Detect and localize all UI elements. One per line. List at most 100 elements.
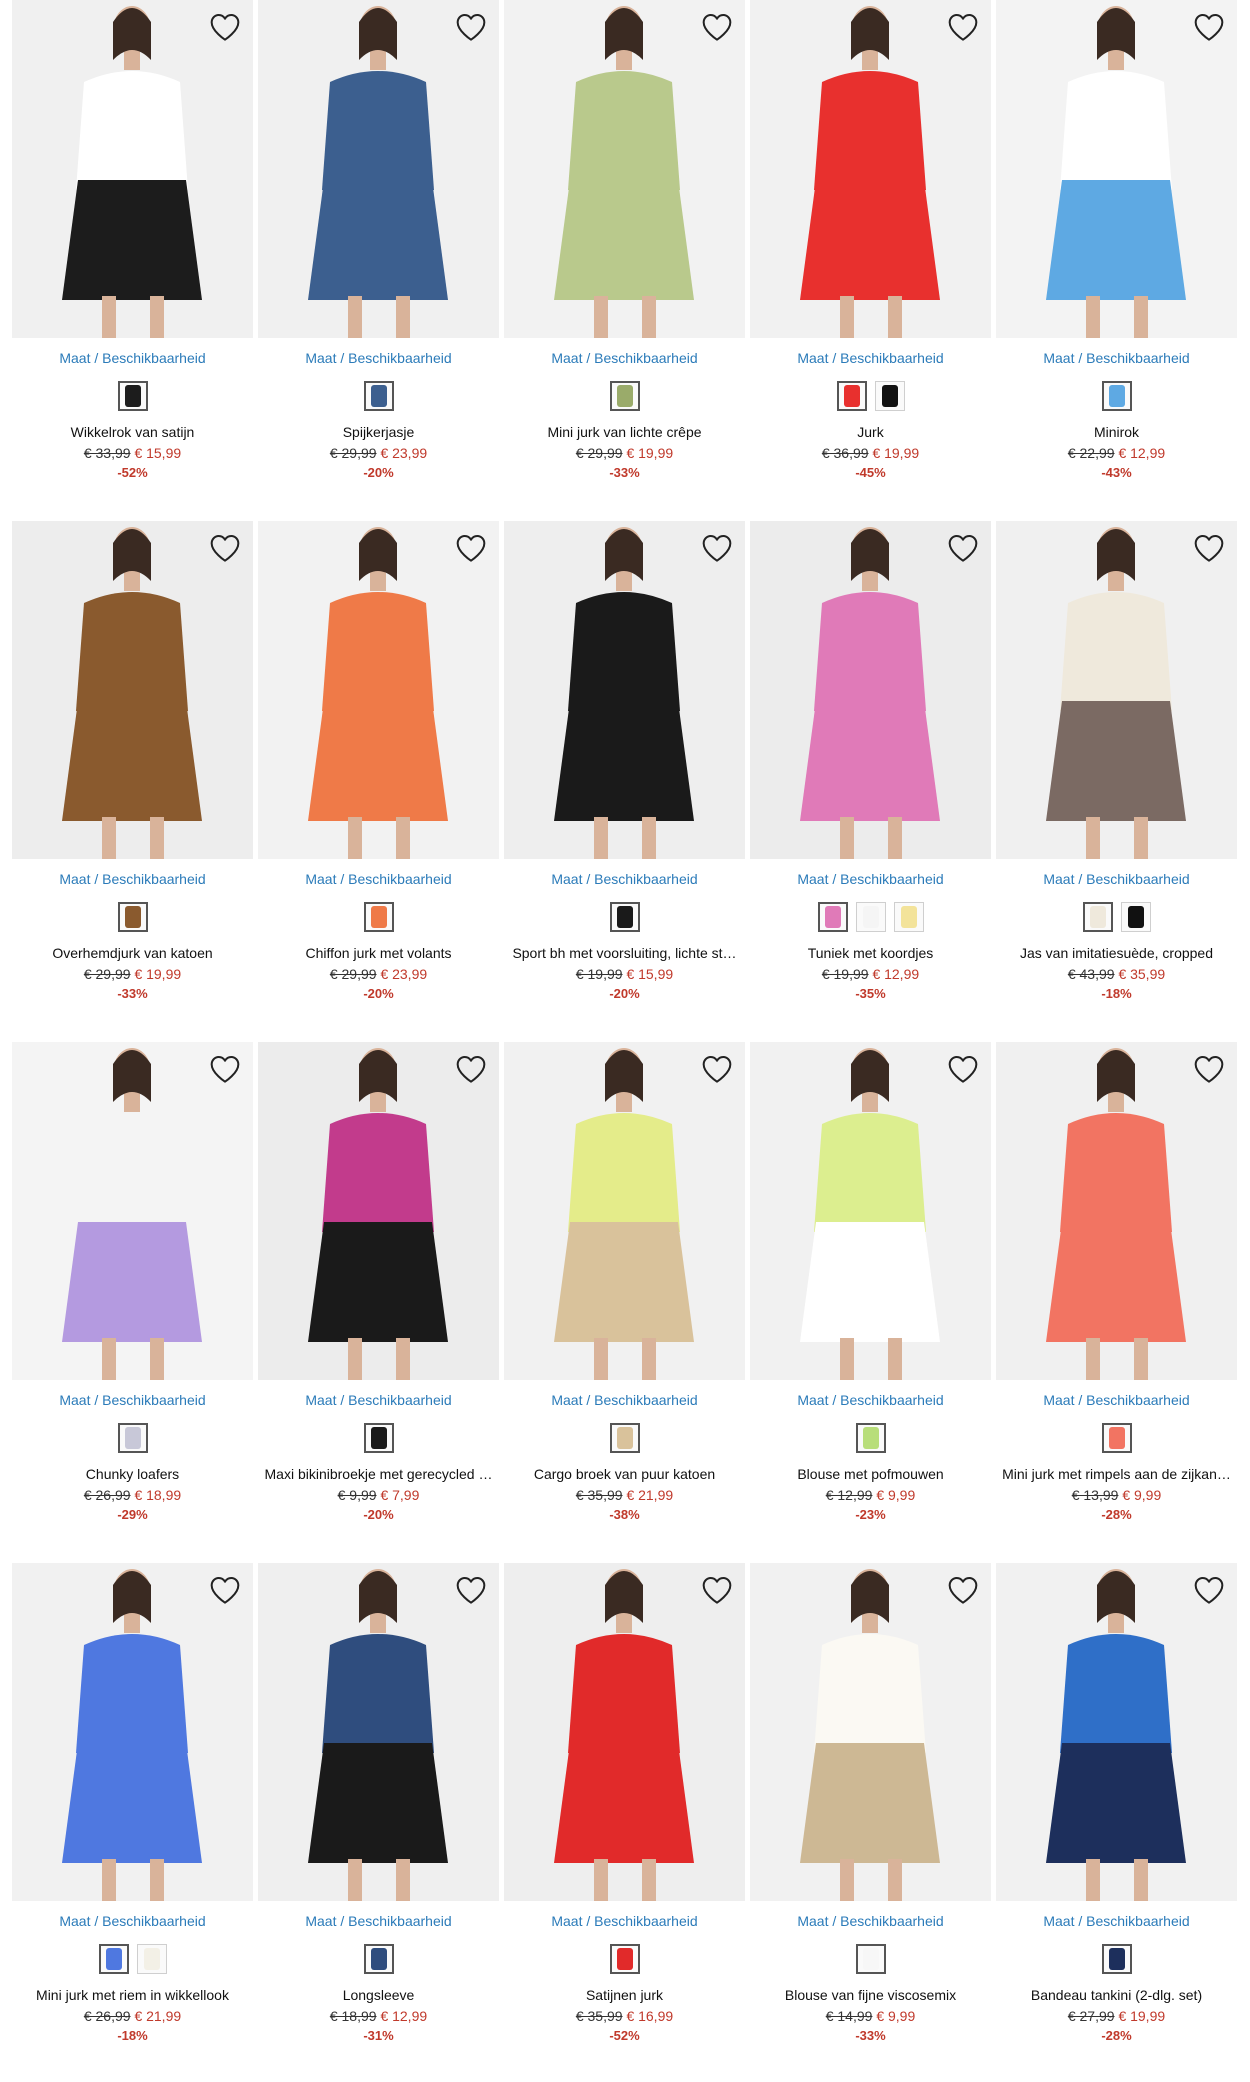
size-availability-link[interactable]: Maat / Beschikbaarheid	[12, 350, 253, 366]
color-swatch[interactable]	[1101, 1944, 1132, 1974]
wishlist-heart-icon[interactable]	[699, 10, 735, 44]
product-image[interactable]	[504, 1563, 745, 1901]
product-card[interactable]: Maat / Beschikbaarheid Bandeau tankini (2…	[996, 1563, 1237, 2082]
color-swatch[interactable]	[363, 1423, 394, 1453]
color-swatch[interactable]	[855, 1944, 886, 1974]
product-image[interactable]	[258, 1042, 499, 1380]
wishlist-heart-icon[interactable]	[207, 10, 243, 44]
color-swatch[interactable]	[855, 1423, 886, 1453]
product-card[interactable]: Maat / Beschikbaarheid Maxi bikinibroekje…	[258, 1042, 499, 1563]
color-swatch[interactable]	[609, 1423, 640, 1453]
wishlist-heart-icon[interactable]	[1191, 1052, 1227, 1086]
product-image[interactable]	[258, 0, 499, 338]
size-availability-link[interactable]: Maat / Beschikbaarheid	[504, 1392, 745, 1408]
size-availability-link[interactable]: Maat / Beschikbaarheid	[504, 1913, 745, 1929]
product-image[interactable]	[12, 1563, 253, 1901]
product-name[interactable]: Longsleeve	[262, 1987, 495, 2003]
color-swatch[interactable]	[1082, 902, 1113, 932]
product-name[interactable]: Chunky loafers	[16, 1466, 249, 1482]
product-name[interactable]: Bandeau tankini (2-dlg. set)	[1000, 1987, 1233, 2003]
size-availability-link[interactable]: Maat / Beschikbaarheid	[750, 1913, 991, 1929]
product-name[interactable]: Jurk	[754, 424, 987, 440]
wishlist-heart-icon[interactable]	[1191, 531, 1227, 565]
product-card[interactable]: Maat / Beschikbaarheid Jurk € 36,99 € 19,9…	[750, 0, 991, 521]
size-availability-link[interactable]: Maat / Beschikbaarheid	[258, 871, 499, 887]
product-image[interactable]	[996, 521, 1237, 859]
product-name[interactable]: Spijkerjasje	[262, 424, 495, 440]
size-availability-link[interactable]: Maat / Beschikbaarheid	[258, 350, 499, 366]
product-image[interactable]	[996, 1042, 1237, 1380]
wishlist-heart-icon[interactable]	[699, 531, 735, 565]
wishlist-heart-icon[interactable]	[699, 1573, 735, 1607]
product-image[interactable]	[750, 521, 991, 859]
color-swatch[interactable]	[609, 902, 640, 932]
size-availability-link[interactable]: Maat / Beschikbaarheid	[750, 1392, 991, 1408]
size-availability-link[interactable]: Maat / Beschikbaarheid	[996, 871, 1237, 887]
color-swatch[interactable]	[117, 381, 148, 411]
color-swatch[interactable]	[893, 902, 924, 932]
product-image[interactable]	[504, 521, 745, 859]
product-card[interactable]: Maat / Beschikbaarheid Sport bh met voors…	[504, 521, 745, 1042]
color-swatch[interactable]	[1101, 1423, 1132, 1453]
product-image[interactable]	[750, 0, 991, 338]
wishlist-heart-icon[interactable]	[945, 1052, 981, 1086]
size-availability-link[interactable]: Maat / Beschikbaarheid	[12, 1392, 253, 1408]
wishlist-heart-icon[interactable]	[453, 1052, 489, 1086]
product-name[interactable]: Jas van imitatiesuède, cropped	[1000, 945, 1233, 961]
color-swatch[interactable]	[98, 1944, 129, 1974]
product-card[interactable]: Maat / Beschikbaarheid Tuniek met koordje…	[750, 521, 991, 1042]
product-image[interactable]	[996, 0, 1237, 338]
product-image[interactable]	[258, 1563, 499, 1901]
wishlist-heart-icon[interactable]	[1191, 10, 1227, 44]
color-swatch[interactable]	[1120, 902, 1151, 932]
wishlist-heart-icon[interactable]	[453, 531, 489, 565]
wishlist-heart-icon[interactable]	[207, 531, 243, 565]
size-availability-link[interactable]: Maat / Beschikbaarheid	[504, 871, 745, 887]
product-image[interactable]	[996, 1563, 1237, 1901]
size-availability-link[interactable]: Maat / Beschikbaarheid	[12, 871, 253, 887]
product-card[interactable]: Maat / Beschikbaarheid Overhemdjurk van k…	[12, 521, 253, 1042]
product-card[interactable]: Maat / Beschikbaarheid Blouse met pofmouw…	[750, 1042, 991, 1563]
product-card[interactable]: Maat / Beschikbaarheid Cargo broek van pu…	[504, 1042, 745, 1563]
product-name[interactable]: Minirok	[1000, 424, 1233, 440]
color-swatch[interactable]	[836, 381, 867, 411]
product-card[interactable]: Maat / Beschikbaarheid Mini jurk met rimp…	[996, 1042, 1237, 1563]
product-card[interactable]: Maat / Beschikbaarheid Spijkerjasje € 29,9…	[258, 0, 499, 521]
product-image[interactable]	[12, 0, 253, 338]
color-swatch[interactable]	[609, 1944, 640, 1974]
color-swatch[interactable]	[363, 902, 394, 932]
color-swatch[interactable]	[1101, 381, 1132, 411]
product-image[interactable]	[750, 1042, 991, 1380]
product-image[interactable]	[12, 521, 253, 859]
product-card[interactable]: Maat / Beschikbaarheid Jas van imitatiesu…	[996, 521, 1237, 1042]
product-image[interactable]	[258, 521, 499, 859]
product-image[interactable]	[504, 1042, 745, 1380]
product-name[interactable]: Mini jurk met riem in wikkellook	[16, 1987, 249, 2003]
product-image[interactable]	[12, 1042, 253, 1380]
product-name[interactable]: Blouse met pofmouwen	[754, 1466, 987, 1482]
product-name[interactable]: Satijnen jurk	[508, 1987, 741, 2003]
size-availability-link[interactable]: Maat / Beschikbaarheid	[258, 1913, 499, 1929]
product-name[interactable]: Mini jurk met rimpels aan de zijkan…	[1000, 1466, 1233, 1482]
wishlist-heart-icon[interactable]	[207, 1573, 243, 1607]
color-swatch[interactable]	[855, 902, 886, 932]
wishlist-heart-icon[interactable]	[453, 1573, 489, 1607]
wishlist-heart-icon[interactable]	[1191, 1573, 1227, 1607]
product-card[interactable]: Maat / Beschikbaarheid Chiffon jurk met v…	[258, 521, 499, 1042]
product-image[interactable]	[750, 1563, 991, 1901]
product-card[interactable]: Maat / Beschikbaarheid Mini jurk van lich…	[504, 0, 745, 521]
size-availability-link[interactable]: Maat / Beschikbaarheid	[996, 350, 1237, 366]
product-name[interactable]: Overhemdjurk van katoen	[16, 945, 249, 961]
product-name[interactable]: Maxi bikinibroekje met gerecycled …	[262, 1466, 495, 1482]
color-swatch[interactable]	[874, 381, 905, 411]
wishlist-heart-icon[interactable]	[945, 1573, 981, 1607]
product-name[interactable]: Cargo broek van puur katoen	[508, 1466, 741, 1482]
wishlist-heart-icon[interactable]	[945, 10, 981, 44]
wishlist-heart-icon[interactable]	[945, 531, 981, 565]
product-name[interactable]: Wikkelrok van satijn	[16, 424, 249, 440]
product-card[interactable]: Maat / Beschikbaarheid Mini jurk met riem…	[12, 1563, 253, 2082]
wishlist-heart-icon[interactable]	[699, 1052, 735, 1086]
color-swatch[interactable]	[117, 902, 148, 932]
size-availability-link[interactable]: Maat / Beschikbaarheid	[12, 1913, 253, 1929]
wishlist-heart-icon[interactable]	[207, 1052, 243, 1086]
